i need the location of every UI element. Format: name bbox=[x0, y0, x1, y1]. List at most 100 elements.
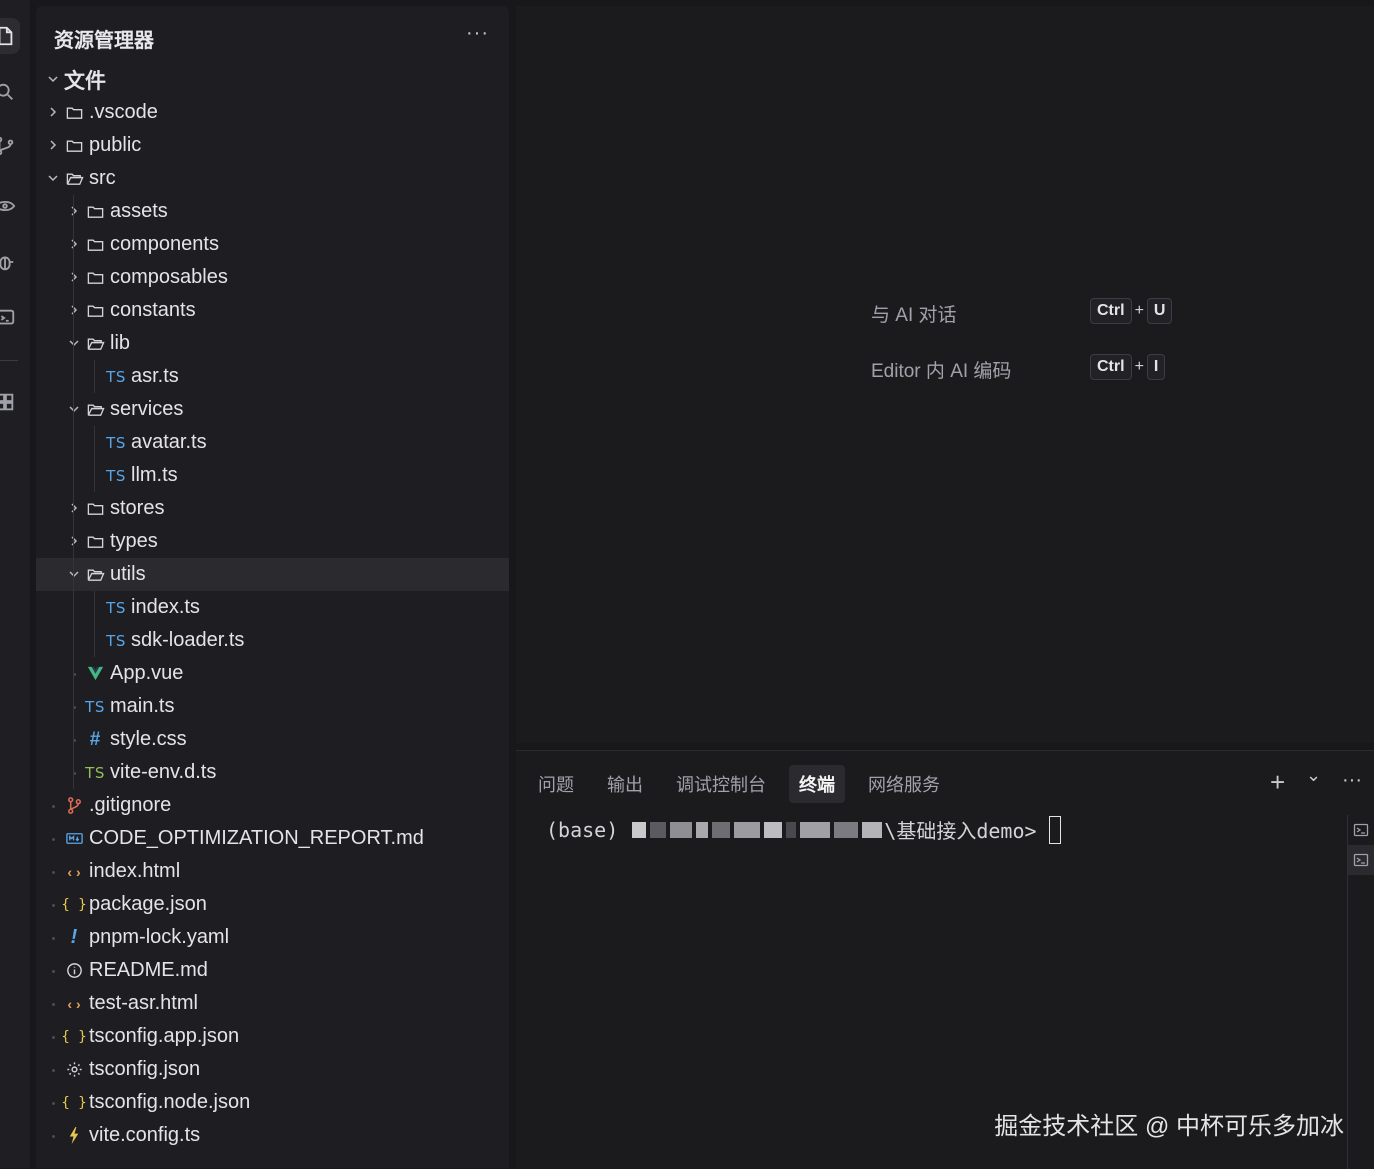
activity-bar bbox=[0, 0, 30, 1168]
tree-file[interactable]: README.md bbox=[36, 954, 509, 987]
tree-file[interactable]: ‹ › index.html bbox=[36, 855, 509, 888]
tree-item-label: assets bbox=[110, 200, 168, 222]
tree-folder[interactable]: stores bbox=[36, 492, 509, 525]
file-dot bbox=[46, 897, 60, 913]
tree-file[interactable]: vite.config.ts bbox=[36, 1119, 509, 1152]
tree-item-label: index.html bbox=[89, 860, 181, 882]
terminal-prompt[interactable]: (base) \基础接入demo> bbox=[546, 815, 1061, 844]
tree-folder[interactable]: constants bbox=[36, 294, 509, 327]
file-dot bbox=[46, 1029, 60, 1045]
tree-file[interactable]: tsconfig.json bbox=[36, 1053, 509, 1086]
tree-file[interactable]: ! pnpm-lock.yaml bbox=[36, 921, 509, 954]
tree-item-label: public bbox=[89, 134, 142, 156]
panel-more-button[interactable]: ··· bbox=[1342, 769, 1362, 792]
tree-item-label: vite.config.ts bbox=[89, 1124, 201, 1146]
tree-file[interactable]: { } tsconfig.node.json bbox=[36, 1086, 509, 1119]
remote-icon[interactable] bbox=[0, 300, 20, 336]
search-icon[interactable] bbox=[0, 74, 20, 110]
run-icon[interactable] bbox=[0, 188, 20, 224]
tree-root-label: 文件 bbox=[64, 69, 106, 93]
tree-folder[interactable]: .vscode bbox=[36, 96, 509, 129]
tree-file[interactable]: TS index.ts bbox=[36, 591, 509, 624]
markdown-icon bbox=[64, 829, 84, 849]
tree-item-label: lib bbox=[110, 332, 131, 354]
terminal-dropdown-button[interactable]: ⌄ bbox=[1306, 765, 1321, 786]
file-dot bbox=[46, 1062, 60, 1078]
tree-file[interactable]: CODE_OPTIMIZATION_REPORT.md bbox=[36, 822, 509, 855]
bottom-panel: 问题 输出 调试控制台 终端 网络服务 + ⌄ ··· (base) \基础接入… bbox=[516, 750, 1374, 1169]
editor-area: 与 AI 对话 Ctrl + U Editor 内 AI 编码 Ctrl + I bbox=[516, 6, 1374, 743]
hint-ai-code-label: Editor 内 AI 编码 bbox=[871, 361, 1012, 382]
terminal-instance-icon[interactable] bbox=[1348, 815, 1374, 845]
folder-icon bbox=[85, 499, 105, 519]
explorer-icon[interactable] bbox=[0, 18, 20, 54]
indent-guide bbox=[94, 426, 95, 459]
extensions-icon[interactable] bbox=[0, 384, 20, 420]
tree-folder[interactable]: public bbox=[36, 129, 509, 162]
tree-file[interactable]: { } package.json bbox=[36, 888, 509, 921]
folder-icon bbox=[85, 268, 105, 288]
tab-problems[interactable]: 问题 bbox=[528, 765, 584, 803]
tree-folder[interactable]: utils bbox=[36, 558, 509, 591]
hint-ai-code-shortcut: Ctrl + I bbox=[1090, 354, 1166, 380]
key-plus: + bbox=[1134, 358, 1144, 375]
debug-icon[interactable] bbox=[0, 244, 20, 280]
chevron-down-icon bbox=[67, 567, 81, 583]
tree-file[interactable]: TS asr.ts bbox=[36, 360, 509, 393]
chevron-down-icon bbox=[46, 72, 60, 88]
indent-guide bbox=[73, 393, 74, 426]
tree-file[interactable]: TS vite-env.d.ts bbox=[36, 756, 509, 789]
tree-item-label: tsconfig.app.json bbox=[89, 1025, 240, 1047]
tree-file[interactable]: TS main.ts bbox=[36, 690, 509, 723]
tree-file[interactable]: TS avatar.ts bbox=[36, 426, 509, 459]
tree-folder[interactable]: types bbox=[36, 525, 509, 558]
tree-item-label: utils bbox=[110, 563, 146, 585]
tab-network-services[interactable]: 网络服务 bbox=[858, 765, 950, 803]
chevron-down-icon bbox=[67, 402, 81, 418]
key-plus: + bbox=[1134, 302, 1144, 319]
tree-file[interactable]: TS llm.ts bbox=[36, 459, 509, 492]
tree-folder[interactable]: src bbox=[36, 162, 509, 195]
tree-folder[interactable]: components bbox=[36, 228, 509, 261]
git-icon bbox=[64, 796, 84, 816]
html-icon: ‹ › bbox=[67, 863, 81, 880]
tree-item-label: constants bbox=[110, 299, 196, 321]
tree-item-label: vite-env.d.ts bbox=[110, 761, 217, 783]
chevron-right-icon bbox=[46, 105, 60, 121]
folder-open-icon bbox=[85, 565, 105, 585]
indent-guide bbox=[73, 228, 74, 261]
tree-item-label: src bbox=[89, 167, 116, 189]
tree-root[interactable]: 文件 bbox=[36, 63, 509, 96]
chevron-right-icon bbox=[67, 501, 81, 517]
typescript-icon: TS bbox=[106, 598, 126, 617]
tree-item-label: types bbox=[110, 530, 158, 552]
key-i: I bbox=[1146, 354, 1166, 380]
folder-icon bbox=[64, 136, 84, 156]
typescript-icon: TS bbox=[106, 433, 126, 452]
tree-folder[interactable]: composables bbox=[36, 261, 509, 294]
key-ctrl: Ctrl bbox=[1090, 354, 1132, 380]
indent-guide bbox=[73, 657, 74, 690]
tree-file[interactable]: TS sdk-loader.ts bbox=[36, 624, 509, 657]
tree-folder[interactable]: services bbox=[36, 393, 509, 426]
source-control-icon[interactable] bbox=[0, 128, 20, 164]
tree-file[interactable]: .gitignore bbox=[36, 789, 509, 822]
tab-debug-console[interactable]: 调试控制台 bbox=[666, 765, 776, 803]
new-terminal-button[interactable]: + bbox=[1270, 767, 1285, 798]
tree-file[interactable]: { } tsconfig.app.json bbox=[36, 1020, 509, 1053]
indent-guide bbox=[94, 459, 95, 492]
tree-item-label: .gitignore bbox=[89, 794, 172, 816]
tree-file[interactable]: App.vue bbox=[36, 657, 509, 690]
tree-folder[interactable]: assets bbox=[36, 195, 509, 228]
vite-icon bbox=[64, 1126, 84, 1146]
indent-guide bbox=[73, 624, 74, 657]
indent-guide bbox=[73, 756, 74, 789]
tab-output[interactable]: 输出 bbox=[597, 765, 653, 803]
terminal-instance-icon[interactable] bbox=[1348, 845, 1374, 875]
more-actions-button[interactable]: ··· bbox=[466, 22, 489, 45]
tree-item-label: CODE_OPTIMIZATION_REPORT.md bbox=[89, 827, 424, 849]
tree-folder[interactable]: lib bbox=[36, 327, 509, 360]
tree-file[interactable]: ‹ › test-asr.html bbox=[36, 987, 509, 1020]
tree-file[interactable]: # style.css bbox=[36, 723, 509, 756]
tab-terminal[interactable]: 终端 bbox=[789, 765, 845, 803]
